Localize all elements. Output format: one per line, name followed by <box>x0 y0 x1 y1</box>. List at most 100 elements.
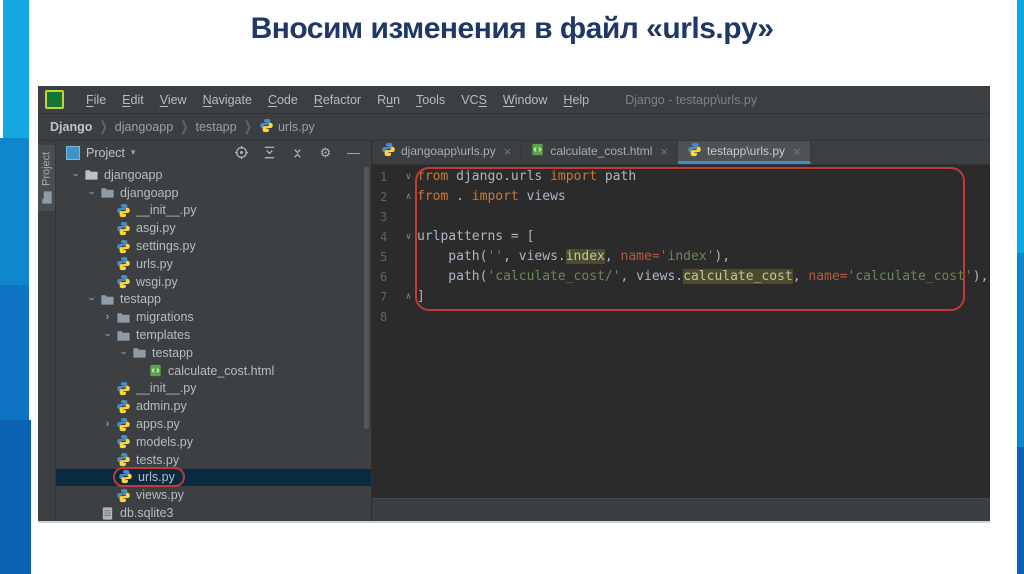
chevron-expanded-icon[interactable]: › <box>86 292 98 307</box>
folder-icon <box>131 345 148 360</box>
menu-help[interactable]: Help <box>555 90 597 110</box>
code-editor[interactable]: 1 ∨ from django.urls import path 2 ∧ from . i… <box>372 165 990 498</box>
chevron-collapsed-icon[interactable]: › <box>100 311 115 323</box>
close-icon[interactable]: × <box>504 144 512 159</box>
tree-item-views-py[interactable]: views.py <box>56 486 371 504</box>
code-text: ] <box>417 289 425 304</box>
python-icon <box>115 452 132 467</box>
tree-item-settings-py[interactable]: settings.py <box>56 237 371 255</box>
expand-all-icon[interactable] <box>262 145 277 160</box>
menu-edit[interactable]: Edit <box>114 90 152 110</box>
tree-item-urls-py[interactable]: urls.py <box>56 467 371 488</box>
menu-code[interactable]: Code <box>260 90 306 110</box>
python-icon <box>115 417 132 432</box>
line-number: 1 <box>380 170 388 184</box>
fold-marker-icon[interactable]: ∨ <box>400 167 417 187</box>
tree-item-migrations[interactable]: › migrations <box>56 308 371 326</box>
line-number: 5 <box>380 250 388 264</box>
tab-djangoapp-urls-py[interactable]: djangoapp\urls.py × <box>372 141 522 164</box>
tree-item-label: testapp <box>152 345 194 360</box>
tree-annotation: urls.py <box>113 467 185 488</box>
menu-navigate[interactable]: Navigate <box>195 90 260 110</box>
tree-item-init-py[interactable]: __init__.py <box>56 202 371 220</box>
breadcrumb-separator-icon: ❯ <box>180 119 189 135</box>
right-stripe-mid <box>1017 253 1024 447</box>
project-tree: › djangoapp › djangoapp __init__.py asgi.py se… <box>56 164 371 521</box>
folder-icon <box>39 190 54 205</box>
chevron-collapsed-icon[interactable]: › <box>100 418 115 430</box>
python-icon <box>115 381 132 396</box>
code-line-4: 4 ∨ urlpatterns = [ <box>372 227 990 247</box>
menu-file[interactable]: File <box>78 90 114 110</box>
python-icon <box>259 118 274 136</box>
editor-bottom-strip <box>372 498 990 521</box>
menu-view[interactable]: View <box>152 90 195 110</box>
close-icon[interactable]: × <box>660 144 668 159</box>
chevron-down-icon[interactable]: ▾ <box>131 147 136 158</box>
tree-item-testapp[interactable]: › testapp <box>56 291 371 309</box>
project-view-icon <box>66 145 80 160</box>
tree-item-apps-py[interactable]: › apps.py <box>56 415 371 433</box>
tree-item-testapp[interactable]: › testapp <box>56 344 371 362</box>
project-scrollbar[interactable] <box>364 167 369 429</box>
menu-tools[interactable]: Tools <box>408 90 453 110</box>
menu-vcs[interactable]: VCS <box>453 90 495 110</box>
tree-item-asgi-py[interactable]: asgi.py <box>56 219 371 237</box>
project-tool-button[interactable]: Project <box>38 145 55 211</box>
tree-item-db-sqlite3[interactable]: db.sqlite3 <box>56 504 371 521</box>
chevron-expanded-icon[interactable]: › <box>118 345 130 360</box>
fold-marker-icon[interactable]: ∨ <box>400 227 417 247</box>
fold-marker-icon[interactable]: ∧ <box>400 287 417 307</box>
tree-item-admin-py[interactable]: admin.py <box>56 397 371 415</box>
code-line-1: 1 ∨ from django.urls import path <box>372 167 990 187</box>
close-icon[interactable]: × <box>793 144 801 159</box>
tool-window-strip: Project <box>38 141 56 521</box>
chevron-expanded-icon[interactable]: › <box>86 185 98 200</box>
breadcrumb-item-testapp[interactable]: testapp <box>196 120 237 134</box>
menu-run[interactable]: Run <box>369 90 408 110</box>
folder-root-icon <box>83 167 100 182</box>
tree-item-init-py[interactable]: __init__.py <box>56 380 371 398</box>
breadcrumb-item-urls-py[interactable]: urls.py <box>259 118 315 136</box>
tree-item-djangoapp[interactable]: › djangoapp <box>56 166 371 184</box>
tree-item-label: djangoapp <box>104 167 163 182</box>
locate-icon[interactable] <box>234 145 249 160</box>
folder-icon <box>99 185 116 200</box>
tree-item-djangoapp[interactable]: › djangoapp <box>56 184 371 202</box>
tree-item-templates[interactable]: › templates <box>56 326 371 344</box>
breadcrumb-item-django[interactable]: Django <box>50 120 92 134</box>
collapse-all-icon[interactable] <box>290 145 305 160</box>
line-number: 7 <box>380 290 388 304</box>
chevron-expanded-icon[interactable]: › <box>102 328 114 343</box>
code-text: urlpatterns = [ <box>417 229 535 244</box>
gear-icon[interactable]: ⚙ <box>318 145 333 160</box>
line-number: 3 <box>380 210 388 224</box>
menu-window[interactable]: Window <box>495 90 555 110</box>
pycharm-window: File Edit View Navigate Code Refactor Run Tools… <box>38 86 990 523</box>
fold-marker-icon[interactable]: ∧ <box>400 187 417 207</box>
tab-calculate-cost-html[interactable]: calculate_cost.html × <box>521 141 678 164</box>
menu-refactor[interactable]: Refactor <box>306 90 369 110</box>
project-tool-button-label: Project <box>40 151 53 186</box>
chevron-expanded-icon[interactable]: › <box>70 167 82 182</box>
tree-item-label: settings.py <box>136 239 196 254</box>
main-row: Project Project ▾ ⚙ — › djangoapp › djangoap… <box>38 141 990 521</box>
minimize-icon[interactable]: — <box>346 145 361 160</box>
tab-testapp-urls-py[interactable]: testapp\urls.py × <box>677 141 811 164</box>
breadcrumb-separator-icon: ❯ <box>243 119 252 135</box>
tree-item-tests-py[interactable]: tests.py <box>56 451 371 469</box>
pycharm-logo-icon <box>45 90 64 109</box>
tree-item-models-py[interactable]: models.py <box>56 433 371 451</box>
tab-label: djangoapp\urls.py <box>401 144 496 158</box>
tree-item-label: models.py <box>136 434 193 449</box>
folder-icon <box>115 310 132 325</box>
tree-item-urls-py[interactable]: urls.py <box>56 255 371 273</box>
tree-item-calculate-cost-html[interactable]: calculate_cost.html <box>56 362 371 380</box>
right-stripe-bottom <box>1017 447 1024 574</box>
breadcrumb-item-djangoapp[interactable]: djangoapp <box>115 120 173 134</box>
breadcrumb-separator-icon: ❯ <box>99 119 108 135</box>
python-icon <box>381 142 396 160</box>
tree-item-wsgi-py[interactable]: wsgi.py <box>56 273 371 291</box>
project-panel-title[interactable]: Project <box>86 146 125 160</box>
